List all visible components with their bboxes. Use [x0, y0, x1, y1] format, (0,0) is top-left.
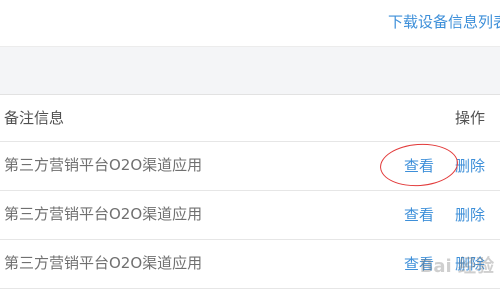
delete-link[interactable]: 删除 [455, 142, 485, 190]
remark-cell: 第三方营销平台O2O渠道应用 [4, 156, 203, 174]
column-header-remark: 备注信息 [4, 109, 65, 127]
table-row: 第三方营销平台O2O渠道应用 查看 删除 [0, 191, 500, 240]
view-link[interactable]: 查看 [404, 191, 434, 239]
remark-cell: 第三方营销平台O2O渠道应用 [4, 254, 203, 272]
download-device-list-link[interactable]: 下载设备信息列表 [388, 11, 500, 32]
toolbar-band [0, 47, 500, 95]
table-header: 备注信息 操作 [0, 95, 500, 142]
column-header-operation: 操作 [455, 109, 486, 127]
delete-link[interactable]: 删除 [455, 191, 485, 239]
watermark-logo: Bai 经验 [419, 256, 494, 277]
remark-cell: 第三方营销平台O2O渠道应用 [4, 205, 203, 223]
